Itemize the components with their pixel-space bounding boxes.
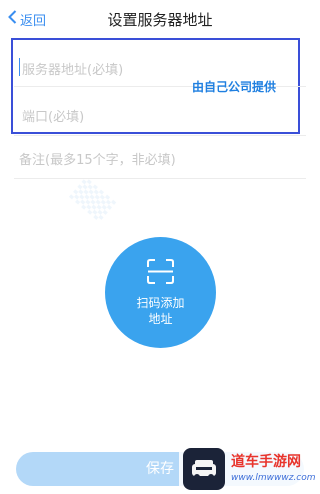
scan-icon [147, 259, 174, 288]
brand-name: 道车手游网 [231, 454, 301, 470]
note-field[interactable]: 备注(最多15个字，非必填) [19, 149, 300, 168]
page-title: 设置服务器地址 [107, 11, 213, 29]
server-address-field[interactable]: 服务器地址(必填) [22, 59, 300, 78]
brand-url: www.lmwwwz.com [231, 473, 316, 483]
scan-label: 扫码添加 地址 [136, 296, 185, 326]
divider [14, 135, 306, 136]
brand-logo [183, 448, 225, 490]
nav-bar: 返回 设置服务器地址 [0, 0, 320, 38]
watermark: ▒ [69, 177, 117, 223]
scan-add-button[interactable]: 扫码添加 地址 [105, 237, 216, 348]
text-cursor [19, 58, 20, 76]
divider [14, 178, 306, 179]
port-field[interactable]: 端口(必填) [22, 106, 300, 125]
annotation-label: 由自己公司提供 [192, 80, 277, 94]
brand-watermark: 道车手游网 www.lmwwwz.com [179, 445, 320, 494]
